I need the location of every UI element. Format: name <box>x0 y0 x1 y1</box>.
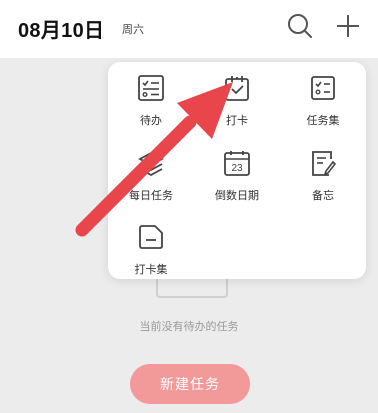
menu-item-label: 打卡 <box>226 115 248 127</box>
plus-icon <box>337 15 359 37</box>
task-set-icon <box>311 76 335 100</box>
menu-item-label: 倒数日期 <box>215 190 259 202</box>
weekday-label: 周六 <box>122 24 144 36</box>
app-screen: 08月10日 周六 当前没有待办的任务 新建任务 待办 打卡 任务集 每日任务 … <box>0 0 378 413</box>
check-in-clipboard-icon <box>225 76 249 101</box>
menu-item-label: 任务集 <box>306 115 340 127</box>
menu-item-todo[interactable]: 待办 <box>108 66 194 136</box>
menu-item-task-set[interactable]: 任务集 <box>280 66 366 136</box>
search-icon <box>288 14 312 38</box>
check-in-folder-icon <box>139 225 163 249</box>
menu-item-memo[interactable]: 备忘 <box>280 141 366 211</box>
menu-item-check-in[interactable]: 打卡 <box>194 66 280 136</box>
svg-text:23: 23 <box>231 163 243 174</box>
daily-task-stack-icon <box>138 151 164 177</box>
menu-item-check-in-set[interactable]: 打卡集 <box>108 215 194 285</box>
memo-edit-icon <box>312 151 337 176</box>
countdown-calendar-icon: 23 <box>224 151 250 176</box>
search-button[interactable] <box>286 12 314 40</box>
empty-state-message: 当前没有待办的任务 <box>139 321 239 333</box>
top-bar: 08月10日 周六 <box>0 0 378 58</box>
menu-item-label: 每日任务 <box>129 190 173 202</box>
date-title: 08月10日 <box>18 20 105 42</box>
todo-list-icon <box>138 75 164 101</box>
menu-item-label: 待办 <box>140 115 162 127</box>
menu-item-label: 备忘 <box>312 190 334 202</box>
menu-item-countdown[interactable]: 23 倒数日期 <box>194 141 280 211</box>
add-button[interactable] <box>334 12 362 40</box>
new-task-button[interactable]: 新建任务 <box>130 364 250 404</box>
menu-item-label: 打卡集 <box>134 264 168 276</box>
menu-item-daily-task[interactable]: 每日任务 <box>108 141 194 211</box>
create-type-popup: 待办 打卡 任务集 每日任务 23 倒数日期 备忘 打卡集 <box>108 62 366 279</box>
